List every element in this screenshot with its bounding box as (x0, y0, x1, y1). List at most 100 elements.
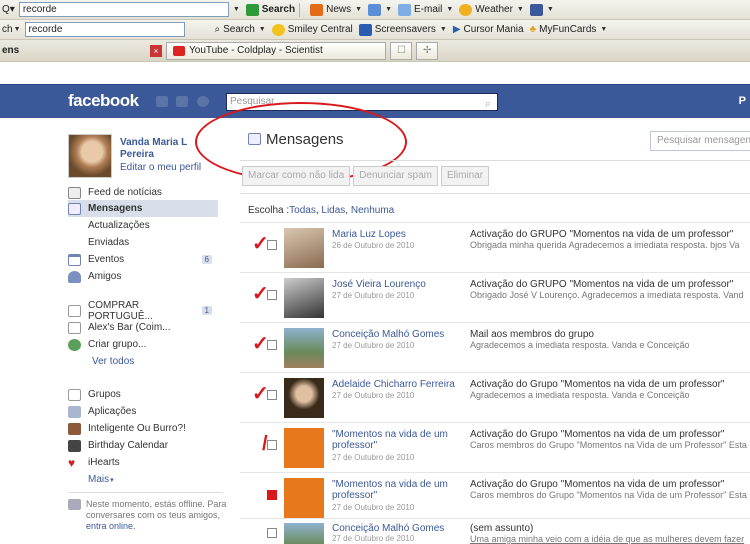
sidebar-create-group[interactable]: Criar grupo... (68, 336, 218, 353)
select-none-link[interactable]: Nenhuma (351, 205, 394, 216)
search-button[interactable]: Search (245, 3, 295, 16)
message-row[interactable]: "Momentos na vida de um professor" 27 de… (240, 472, 750, 522)
smiley-icon (271, 23, 285, 36)
message-date: 27 de Outubro de 2010 (332, 341, 415, 350)
red-check-mark: ✓ (252, 233, 269, 255)
tab-bar-label: ens (2, 45, 20, 56)
search-engine-icon[interactable]: Q▾ (2, 4, 15, 15)
cursor-mania-button[interactable]: ▶ Cursor Mania (453, 24, 524, 35)
sidebar-group-comprar[interactable]: COMPRAR PORTUGUÊ... 1 (68, 300, 218, 322)
weather-small-button[interactable]: ▼ (368, 3, 392, 16)
toolbar2-search-input[interactable]: recorde (24, 22, 185, 37)
sidebar-app-birthday[interactable]: Birthday Calendar (68, 437, 218, 454)
message-subject[interactable]: Mail aos membros do grupo (470, 329, 750, 340)
sidebar-app-ihearts[interactable]: ♥ iHearts (68, 454, 218, 471)
go-online-link[interactable]: entra online. (86, 521, 136, 531)
notifications-icon[interactable] (197, 96, 209, 107)
sidebar-item-sent[interactable]: Enviadas (68, 234, 218, 251)
message-row[interactable]: / "Momentos na vida de um professor" 27 … (240, 422, 750, 472)
sidebar-item-updates[interactable]: Actualizações (68, 217, 218, 234)
history-dropdown-icon[interactable]: ▼ (233, 6, 240, 13)
news-button[interactable]: News ▼ (310, 3, 362, 16)
message-checkbox[interactable] (267, 528, 277, 538)
message-snippet: Caros membros do Grupo "Momentos na Vida… (470, 440, 747, 450)
message-subject[interactable]: Activação do Grupo "Momentos na vida de … (470, 379, 750, 390)
more-link[interactable]: Mais ▾ (68, 471, 218, 488)
sidebar-item-friends[interactable]: Amigos (68, 268, 218, 285)
sender-photo[interactable] (284, 378, 324, 418)
sidebar-app-applications[interactable]: Aplicações (68, 403, 218, 420)
red-check-mark: ✓ (252, 283, 269, 305)
select-read-link[interactable]: Lidas (321, 205, 345, 216)
add-tab-button[interactable]: ✢ (416, 41, 438, 60)
sender-name[interactable]: Maria Luz Lopes (332, 229, 457, 240)
quiz-app-icon (68, 422, 81, 435)
select-all-link[interactable]: Todas (289, 205, 316, 216)
screensavers-button[interactable]: Screensavers ▼ (358, 23, 447, 36)
message-subject[interactable]: Activação do GRUPO "Momentos na vida de … (470, 229, 750, 240)
message-checkbox[interactable] (267, 490, 277, 500)
friend-requests-icon[interactable] (156, 96, 168, 107)
facebook-toolbar-button[interactable]: ▼ (529, 3, 554, 16)
report-spam-button[interactable]: Denunciar spam (353, 166, 438, 186)
message-subject[interactable]: Activação do Grupo "Momentos na vida de … (470, 479, 750, 490)
group-photo[interactable] (284, 428, 324, 468)
smiley-central-button[interactable]: Smiley Central (271, 23, 353, 36)
sidebar-app-groups[interactable]: Grupos (68, 386, 218, 403)
sender-name[interactable]: "Momentos na vida de um professor" (332, 479, 457, 501)
sidebar-item-newsfeed[interactable]: Feed de notícias (68, 184, 218, 201)
sender-photo[interactable] (284, 228, 324, 268)
sidebar-group-alexs-bar[interactable]: Alex's Bar (Coim... (68, 319, 218, 336)
sidebar-app-inteligente[interactable]: Inteligente Ou Burro?! (68, 420, 218, 437)
delete-button[interactable]: Eliminar (440, 166, 490, 186)
select-filter: Escolha :Todas, Lidas, Nenhuma (248, 205, 395, 216)
events-count-badge: 6 (201, 255, 212, 264)
message-subject[interactable]: Activação do GRUPO "Momentos na vida de … (470, 279, 750, 290)
sender-photo[interactable] (284, 278, 324, 318)
message-subject[interactable]: (sem assunto) (470, 523, 750, 534)
search-icon[interactable]: ⌕ (485, 96, 491, 112)
card-icon: ♣ (529, 24, 537, 35)
facebook-logo[interactable]: facebook (68, 91, 139, 111)
email-button[interactable]: E-mail ▼ (398, 3, 453, 16)
message-row[interactable]: ✓ Conceição Malhó Gomes 27 de Outubro de… (240, 322, 750, 372)
new-tab-button[interactable]: ☐ (390, 41, 412, 60)
message-row[interactable]: ✓ Adelaide Chicharro Ferreira 27 de Outu… (240, 372, 750, 422)
cursor-icon: ▶ (452, 24, 461, 35)
message-row[interactable]: ✓ Maria Luz Lopes 26 de Outubro de 2010 … (240, 222, 750, 272)
profile-name[interactable]: Vanda Maria L Pereira (120, 137, 200, 161)
sidebar-item-messages[interactable]: Mensagens (68, 200, 218, 217)
message-search-input[interactable]: Pesquisar mensagens (650, 131, 750, 151)
sender-name[interactable]: José Vieira Lourenço (332, 279, 457, 290)
sender-name[interactable]: Adelaide Chicharro Ferreira (332, 379, 457, 390)
avatar[interactable] (68, 134, 112, 178)
divider (68, 492, 223, 493)
message-date: 26 de Outubro de 2010 (332, 241, 415, 250)
mark-unread-button[interactable]: Marcar como não lida (242, 166, 351, 186)
message-row[interactable]: Conceição Malhó Gomes 27 de Outubro de 2… (240, 518, 750, 544)
sender-photo[interactable] (284, 523, 324, 544)
toolbar-search-input[interactable]: recorde (18, 2, 229, 17)
friends-icon (68, 270, 81, 283)
sender-name[interactable]: Conceição Malhó Gomes (332, 523, 457, 534)
see-all-link[interactable]: Ver todos (68, 353, 218, 370)
sender-photo[interactable] (284, 328, 324, 368)
weather-button[interactable]: Weather ▼ (459, 3, 524, 16)
group-count-badge: 1 (201, 306, 212, 315)
myfuncards-button[interactable]: ♣ MyFunCards ▼ (530, 24, 608, 35)
message-date: 27 de Outubro de 2010 (332, 291, 415, 300)
edit-profile-link[interactable]: Editar o meu perfil (120, 162, 201, 173)
toolbar2-search-button[interactable]: ⌕ Search ▼ (215, 24, 266, 35)
group-photo[interactable] (284, 478, 324, 518)
sender-name[interactable]: "Momentos na vida de um professor" (332, 429, 457, 451)
message-subject[interactable]: Activação do Grupo "Momentos na vida de … (470, 429, 750, 440)
sender-name[interactable]: Conceição Malhó Gomes (332, 329, 457, 340)
tab-youtube[interactable]: YouTube - Coldplay - Scientist (166, 41, 386, 60)
message-checkbox[interactable] (267, 440, 277, 450)
messages-notif-icon[interactable] (176, 96, 188, 107)
message-row[interactable]: ✓ José Vieira Lourenço 27 de Outubro de … (240, 272, 750, 322)
close-tab-icon[interactable]: × (150, 44, 162, 57)
header-right-link[interactable]: P (739, 95, 746, 107)
divider (240, 160, 750, 161)
sidebar-item-events[interactable]: Eventos 6 (68, 251, 218, 268)
